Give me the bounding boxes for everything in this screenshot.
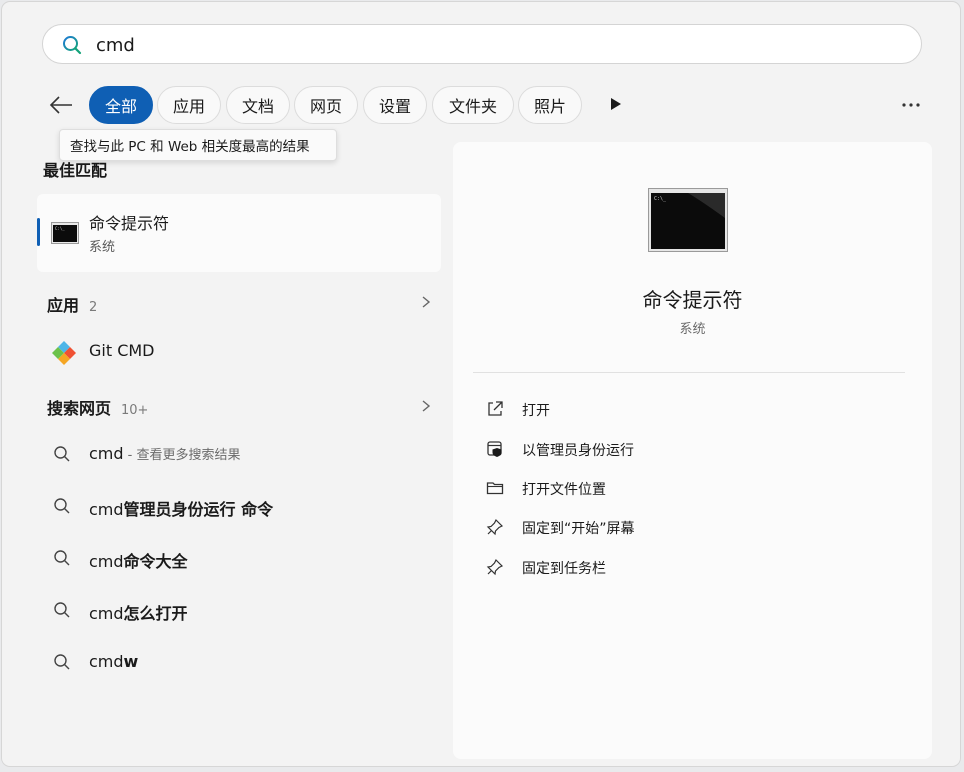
search-icon bbox=[54, 550, 70, 566]
open-external-icon bbox=[488, 401, 503, 416]
filter-chip-folders[interactable]: 文件夹 bbox=[432, 86, 514, 124]
app-item-label: Git CMD bbox=[89, 341, 155, 360]
shield-admin-icon bbox=[487, 441, 502, 457]
git-icon bbox=[52, 341, 76, 365]
apps-count: 2 bbox=[89, 300, 98, 315]
detail-panel: C:\_ 命令提示符 系统 打开 以管理员身份运行 打开文件位置 固定到“开始”… bbox=[453, 142, 932, 759]
app-item-git-cmd[interactable]: Git CMD bbox=[37, 332, 441, 372]
filter-chip-apps[interactable]: 应用 bbox=[157, 86, 221, 124]
web-suggestion-hint: - 查看更多搜索结果 bbox=[123, 448, 241, 463]
search-icon bbox=[63, 36, 82, 55]
action-label: 以管理员身份运行 bbox=[522, 443, 634, 459]
filter-chip-settings[interactable]: 设置 bbox=[363, 86, 427, 124]
more-options-icon[interactable] bbox=[897, 96, 925, 114]
search-icon bbox=[54, 602, 70, 618]
chevron-right-icon[interactable] bbox=[420, 295, 432, 309]
pin-icon bbox=[486, 558, 504, 576]
web-suggestion-suffix: w bbox=[123, 652, 139, 671]
apps-heading[interactable]: 应用 2 bbox=[47, 292, 97, 316]
search-input[interactable] bbox=[96, 31, 896, 59]
tooltip: 查找与此 PC 和 Web 相关度最高的结果 bbox=[59, 129, 337, 161]
web-search-count: 10+ bbox=[121, 403, 149, 418]
back-arrow-icon[interactable] bbox=[44, 90, 78, 120]
detail-title: 命令提示符 bbox=[642, 288, 743, 312]
web-search-heading-label: 搜索网页 bbox=[47, 399, 112, 418]
action-open[interactable]: 打开 bbox=[473, 391, 893, 427]
web-suggestion-prefix: cmd bbox=[89, 500, 124, 519]
best-match-subtitle: 系统 bbox=[89, 240, 116, 255]
web-search-heading[interactable]: 搜索网页 10+ bbox=[47, 395, 148, 419]
detail-subtitle: 系统 bbox=[679, 322, 706, 337]
web-suggestion-5[interactable]: cmdw bbox=[37, 642, 441, 682]
action-pin-to-start[interactable]: 固定到“开始”屏幕 bbox=[473, 509, 893, 545]
selection-indicator bbox=[37, 218, 40, 246]
web-suggestion-1[interactable]: cmd - 查看更多搜索结果 bbox=[37, 434, 441, 474]
search-icon bbox=[54, 446, 70, 462]
filter-chip-all[interactable]: 全部 bbox=[89, 86, 153, 124]
svg-text:C:\_: C:\_ bbox=[654, 196, 667, 202]
command-prompt-icon: C:\_ bbox=[51, 222, 79, 244]
search-icon bbox=[54, 498, 70, 514]
web-suggestion-suffix: 怎么打开 bbox=[123, 604, 188, 623]
pin-icon bbox=[486, 518, 504, 536]
svg-text:C:\_: C:\_ bbox=[55, 226, 65, 231]
apps-heading-label: 应用 bbox=[47, 296, 80, 315]
chevron-right-icon[interactable] bbox=[420, 399, 432, 413]
filter-chip-web[interactable]: 网页 bbox=[294, 86, 358, 124]
action-pin-to-taskbar[interactable]: 固定到任务栏 bbox=[473, 549, 893, 585]
more-filters-play-icon[interactable] bbox=[605, 94, 625, 114]
divider bbox=[473, 372, 905, 373]
web-suggestion-4[interactable]: cmd怎么打开 bbox=[37, 590, 441, 630]
filter-chip-documents[interactable]: 文档 bbox=[226, 86, 290, 124]
action-open-file-location[interactable]: 打开文件位置 bbox=[473, 470, 893, 506]
search-icon bbox=[54, 654, 70, 670]
web-suggestion-suffix: 管理员身份运行 命令 bbox=[123, 500, 274, 519]
action-label: 打开 bbox=[522, 403, 550, 419]
action-label: 固定到“开始”屏幕 bbox=[522, 521, 635, 537]
folder-icon bbox=[486, 482, 504, 495]
filter-chip-photos[interactable]: 照片 bbox=[518, 86, 582, 124]
web-suggestion-prefix: cmd bbox=[89, 604, 124, 623]
command-prompt-large-icon: C:\_ bbox=[648, 188, 728, 252]
action-label: 固定到任务栏 bbox=[522, 561, 606, 577]
best-match-title: 命令提示符 bbox=[89, 214, 170, 233]
action-label: 打开文件位置 bbox=[522, 482, 606, 498]
best-match-card[interactable]: C:\_ 命令提示符 系统 bbox=[37, 194, 441, 272]
search-bar[interactable] bbox=[42, 24, 922, 64]
start-search-window: 全部 应用 文档 网页 设置 文件夹 照片 查找与此 PC 和 Web 相关度最… bbox=[1, 1, 961, 767]
web-suggestion-suffix: 命令大全 bbox=[123, 552, 188, 571]
web-suggestion-3[interactable]: cmd命令大全 bbox=[37, 538, 441, 578]
web-suggestion-prefix: cmd bbox=[89, 652, 124, 671]
web-suggestion-prefix: cmd bbox=[89, 444, 124, 463]
action-run-as-admin[interactable]: 以管理员身份运行 bbox=[473, 431, 893, 467]
web-suggestion-2[interactable]: cmd管理员身份运行 命令 bbox=[37, 486, 441, 526]
web-suggestion-prefix: cmd bbox=[89, 552, 124, 571]
